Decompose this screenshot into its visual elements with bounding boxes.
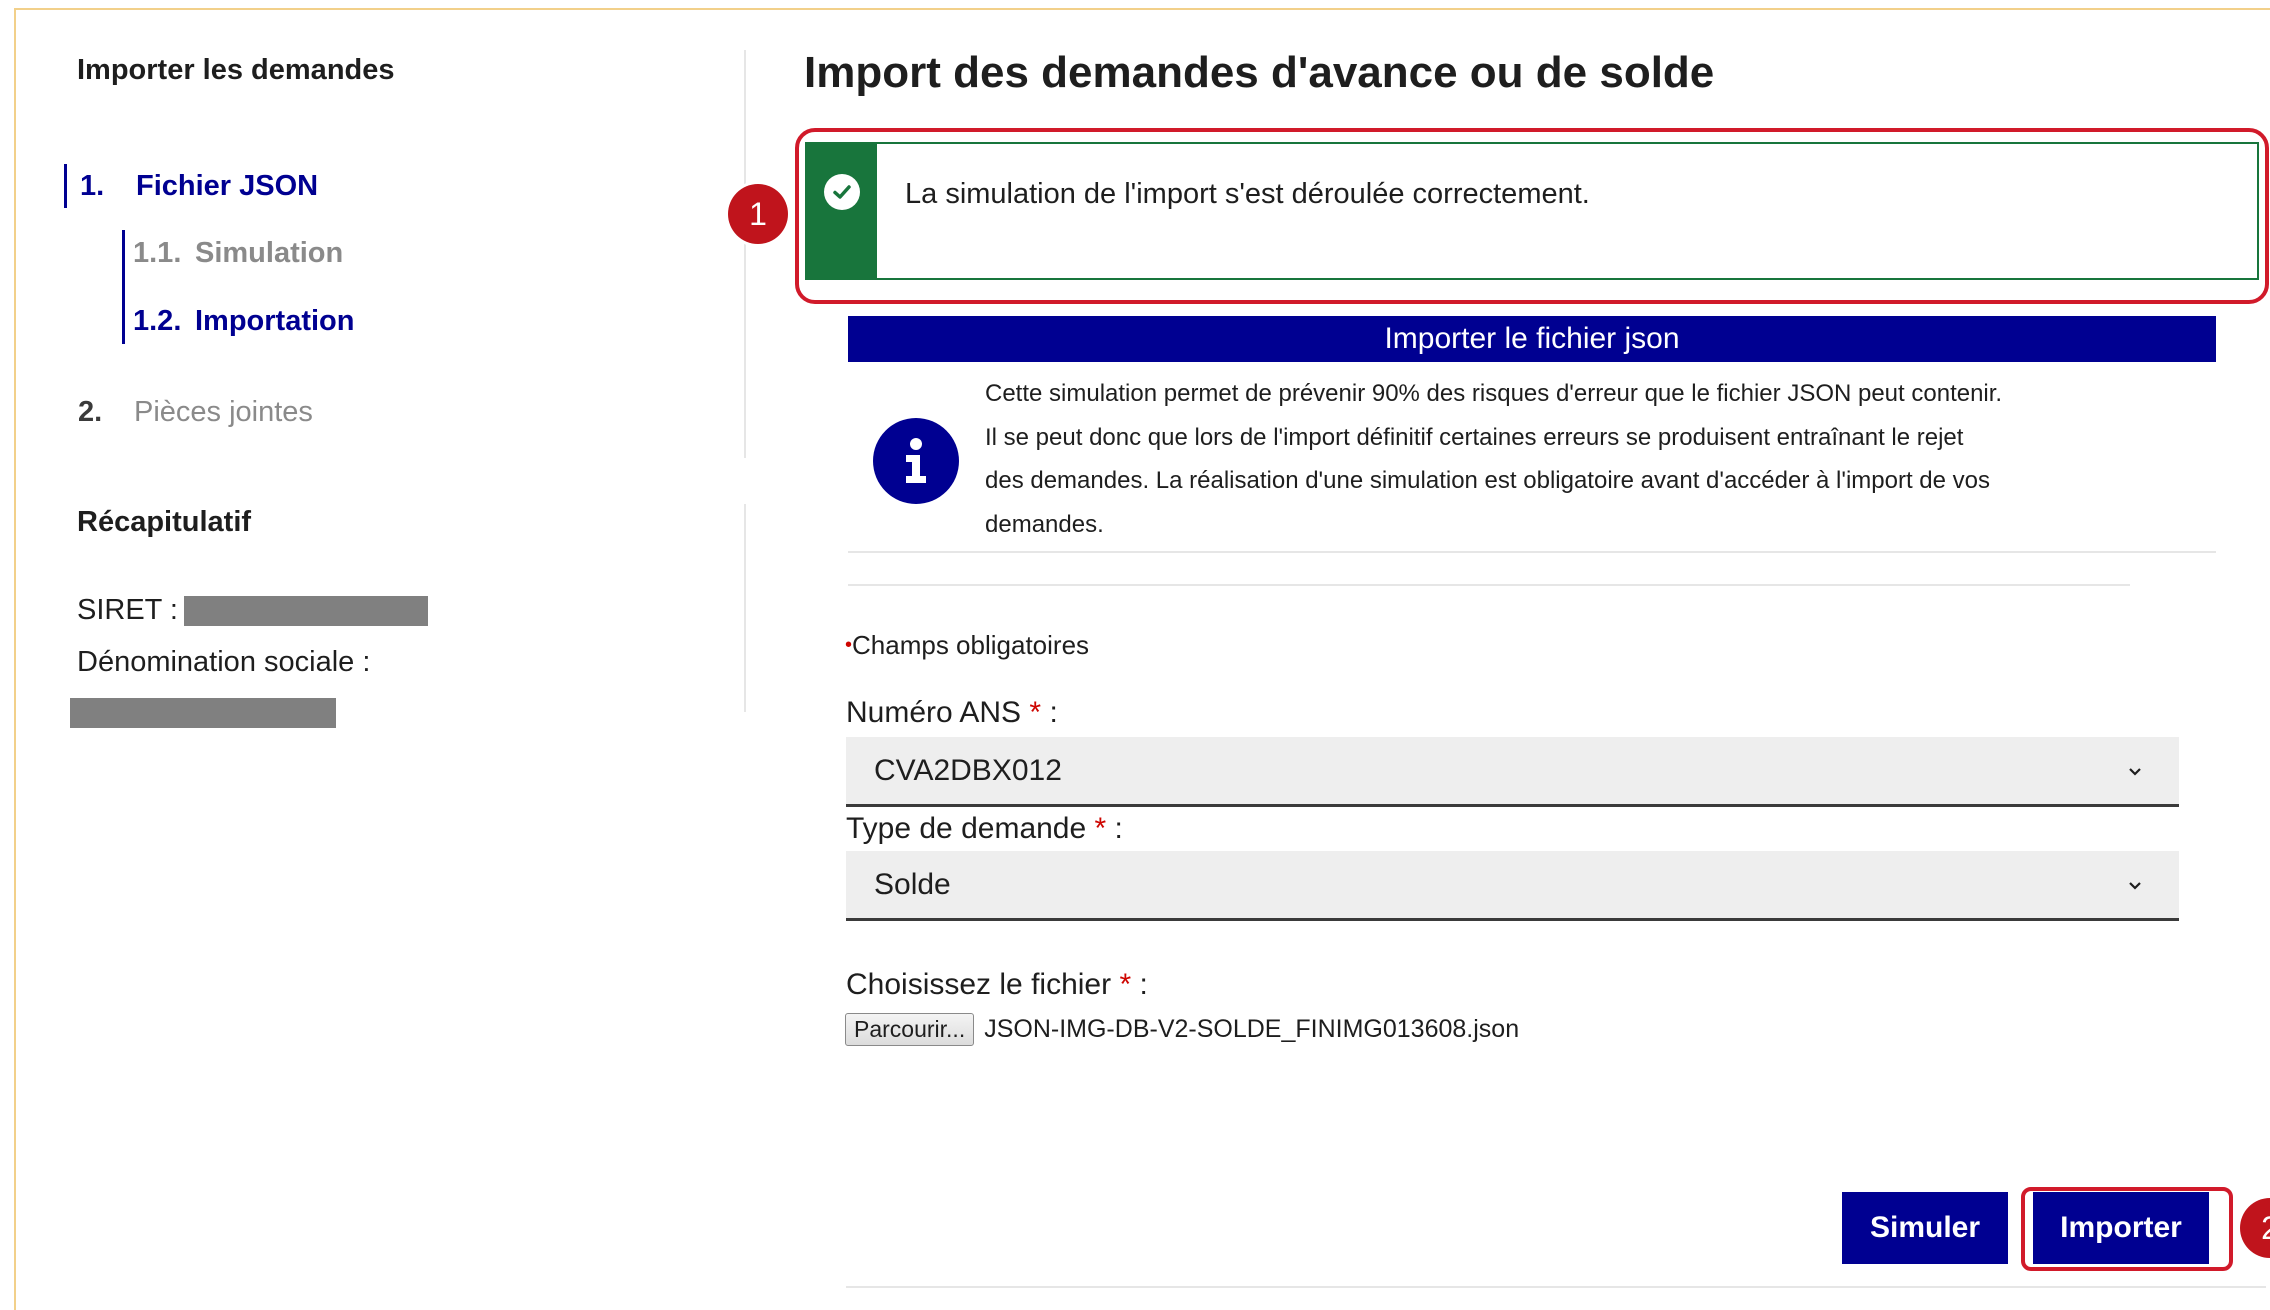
nav-divider	[744, 504, 746, 712]
annotation-highlight-import	[2021, 1187, 2233, 1271]
type-select[interactable]: Solde	[846, 851, 2179, 921]
simulate-button[interactable]: Simuler	[1842, 1192, 2008, 1264]
info-line: des demandes. La réalisation d'une simul…	[985, 467, 1990, 494]
nav-step-number: 2.	[78, 396, 103, 428]
recap-title: Récapitulatif	[77, 506, 252, 538]
nav-substep-importation[interactable]: 1.2. Importation	[125, 298, 355, 344]
ans-select[interactable]: CVA2DBX012	[846, 737, 2179, 807]
nav-step-label: Pièces jointes	[134, 396, 313, 428]
divider	[848, 584, 2130, 586]
nav-heading: Importer les demandes	[77, 54, 395, 86]
info-line: Cette simulation permet de prévenir 90% …	[985, 380, 2003, 407]
info-text: Cette simulation permet de prévenir 90% …	[985, 372, 2085, 546]
info-line: Il se peut donc que lors de l'import déf…	[985, 423, 1964, 451]
required-star: *	[1094, 812, 1107, 845]
file-input[interactable]: Parcourir... JSON-IMG-DB-V2-SOLDE_FINIMG…	[845, 1013, 1519, 1046]
type-label: Type de demande * :	[846, 812, 1123, 845]
required-fields-note: •Champs obligatoires	[845, 630, 1089, 661]
type-label-text: Type de demande	[846, 812, 1087, 845]
file-name: JSON-IMG-DB-V2-SOLDE_FINIMG013608.json	[984, 1015, 1520, 1043]
nav-substep-label: Simulation	[195, 236, 344, 269]
ans-label-text: Numéro ANS	[846, 696, 1022, 729]
nav-substep-number: 1.1.	[133, 236, 182, 269]
annotation-highlight-alert	[795, 128, 2269, 304]
denomination-label: Dénomination sociale :	[77, 646, 371, 678]
nav-substep-label: Importation	[195, 304, 355, 337]
page-title: Import des demandes d'avance ou de solde	[804, 48, 1715, 97]
nav-substep-number: 1.2.	[133, 304, 182, 337]
ans-select-value: CVA2DBX012	[874, 753, 1062, 787]
nav-step-label: Fichier JSON	[136, 169, 319, 202]
siret-redacted	[184, 595, 428, 626]
divider	[846, 1286, 2266, 1288]
annotation-badge-1: 1	[728, 184, 788, 244]
chevron-down-icon	[2129, 881, 2141, 890]
nav-divider	[744, 50, 746, 458]
chevron-down-icon	[2129, 767, 2141, 776]
ans-label: Numéro ANS * :	[846, 696, 1058, 729]
nav-step-number: 1.	[80, 169, 105, 202]
browse-button[interactable]: Parcourir...	[845, 1013, 975, 1046]
nav-substeps: 1.1. Simulation 1.2. Importation	[122, 230, 355, 344]
siret-label: SIRET :	[77, 594, 178, 626]
denomination-redacted	[70, 698, 336, 728]
required-marker: •	[845, 634, 853, 656]
file-label-text: Choisissez le fichier	[846, 968, 1112, 1001]
nav-step-pieces-jointes[interactable]: 2. Pièces jointes	[78, 396, 313, 429]
panel-header: Importer le fichier json	[848, 316, 2216, 362]
nav-step-fichier-json[interactable]: 1. Fichier JSON	[64, 164, 318, 208]
info-icon	[873, 418, 959, 504]
type-select-value: Solde	[874, 867, 951, 901]
required-star: *	[1029, 696, 1042, 729]
divider	[848, 551, 2216, 553]
info-line: demandes.	[985, 510, 1104, 538]
required-note-text: Champs obligatoires	[852, 630, 1090, 660]
siret-row: SIRET :	[77, 594, 428, 627]
nav-substep-simulation[interactable]: 1.1. Simulation	[125, 230, 355, 276]
file-label: Choisissez le fichier * :	[846, 968, 1148, 1001]
required-star: *	[1119, 968, 1132, 1001]
